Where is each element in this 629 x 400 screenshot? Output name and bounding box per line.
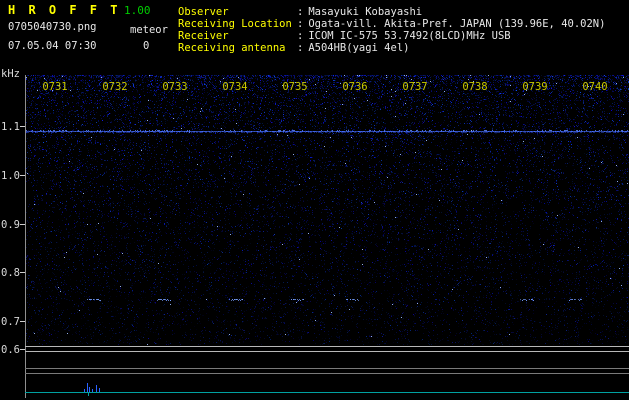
freq-label: 1.0 [1, 170, 20, 182]
level-gridline [25, 368, 629, 369]
time-label: 0740 [582, 81, 608, 93]
info-separator: : [297, 42, 304, 54]
freq-label: 1.1 [1, 121, 20, 133]
info-label: Receiver [178, 30, 229, 42]
filename-label: 0705040730.png [8, 21, 97, 33]
info-value: Masayuki Kobayashi [308, 6, 423, 18]
info-value: Ogata-vill. Akita-Pref. JAPAN (139.96E, … [308, 18, 606, 30]
info-value: A504HB(yagi 4el) [308, 42, 410, 54]
time-label: 0735 [282, 81, 308, 93]
freq-label: 0.9 [1, 219, 20, 231]
info-separator: : [297, 30, 304, 42]
freq-label: 0.8 [1, 267, 20, 279]
freq-unit-label: kHz [1, 68, 20, 80]
info-value: ICOM IC-575 53.7492(8LCD)MHz USB [308, 30, 511, 42]
level-gridline [25, 373, 629, 374]
time-label: 0737 [402, 81, 428, 93]
time-label: 0736 [342, 81, 368, 93]
info-label: Receiving Location [178, 18, 292, 30]
info-separator: : [297, 6, 304, 18]
info-row: Receiver : ICOM IC-575 53.7492(8LCD)MHz … [178, 30, 511, 42]
time-label: 0738 [462, 81, 488, 93]
info-row: Receiving Location : Ogata-vill. Akita-P… [178, 18, 605, 30]
info-label: Observer [178, 6, 229, 18]
level-trace-canvas [25, 378, 629, 400]
app-title: H R O F F T [8, 3, 121, 17]
info-label: Receiving antenna [178, 42, 286, 54]
datetime-label: 07.05.04 07:30 [8, 40, 97, 52]
spectrogram-canvas [25, 75, 629, 345]
time-label: 0739 [522, 81, 548, 93]
app-version: 1.00 [124, 4, 151, 17]
freq-label: 0.7 [1, 316, 20, 328]
info-row: Receiving antenna : A504HB(yagi 4el) [178, 42, 409, 54]
echo-count: 0 [143, 40, 150, 52]
y-axis-line [25, 75, 26, 398]
mode-label: meteor [130, 24, 168, 36]
time-label: 0733 [162, 81, 188, 93]
freq-label: 0.6 [1, 344, 20, 356]
time-label: 0734 [222, 81, 248, 93]
info-row: Observer : Masayuki Kobayashi [178, 6, 422, 18]
info-separator: : [297, 18, 304, 30]
hrofft-screen: H R O F F T 1.00 0705040730.png meteor 0… [0, 0, 629, 400]
time-label: 0731 [42, 81, 68, 93]
time-label: 0732 [102, 81, 128, 93]
level-gridline [25, 346, 629, 347]
level-gridline [25, 351, 629, 352]
